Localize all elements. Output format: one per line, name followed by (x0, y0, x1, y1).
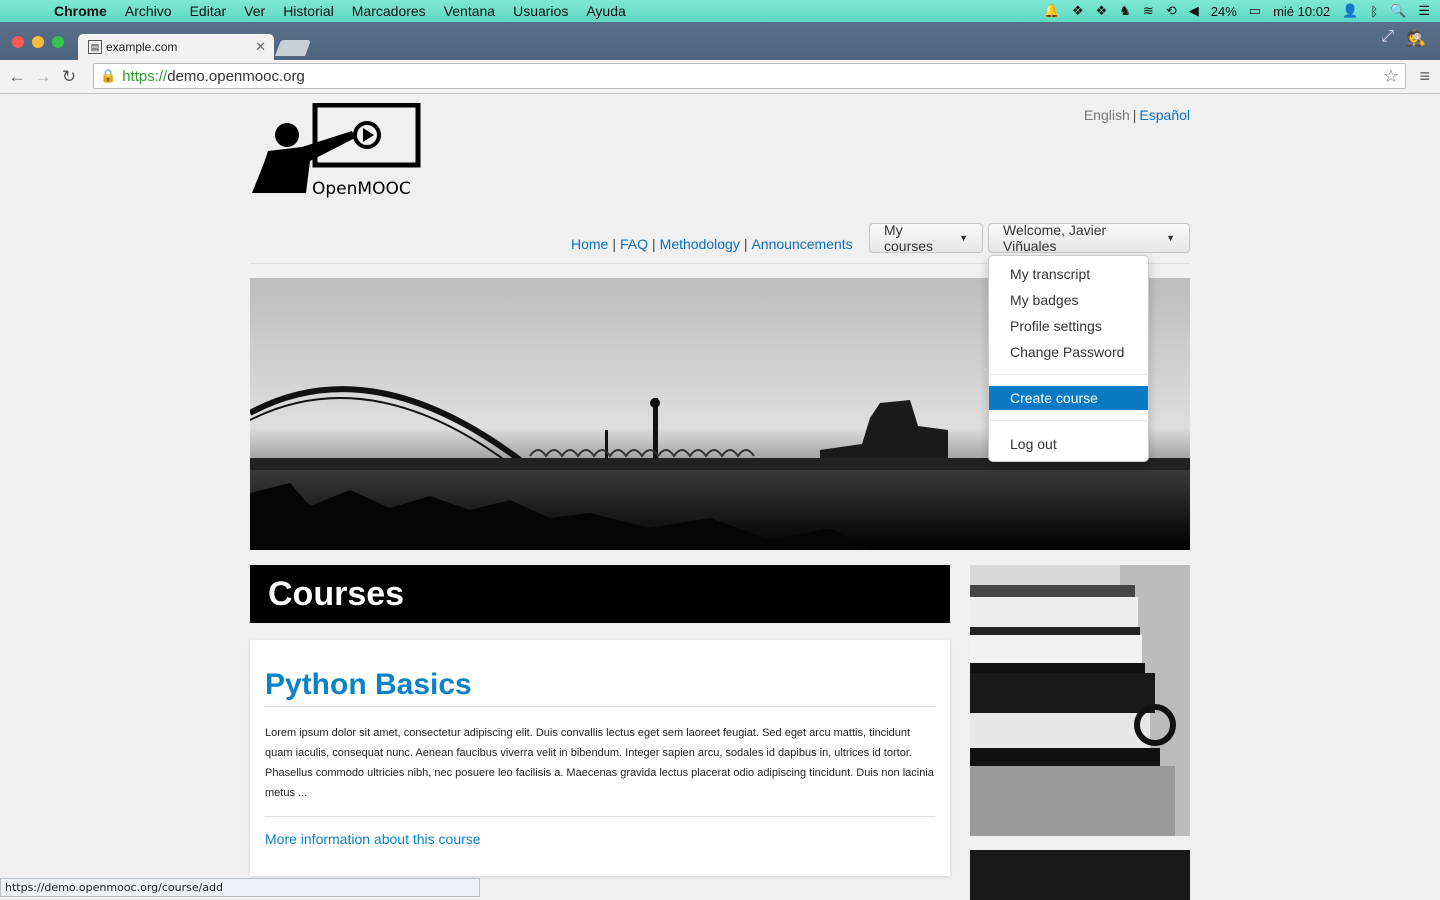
zoom-window-button[interactable] (52, 36, 64, 48)
bluetooth-icon[interactable]: ᛒ (1370, 4, 1378, 19)
wifi-icon[interactable]: ≋ (1143, 3, 1154, 19)
caret-down-icon: ▼ (1166, 233, 1175, 243)
menu-item-create-course[interactable]: Create course (989, 386, 1148, 410)
tab-title: example.com (106, 40, 178, 54)
incognito-icon: 🕵 (1406, 30, 1426, 47)
browser-toolbar: ← → ↻ 🔒 https:// demo.openmooc.org ☆ ≡ (0, 60, 1440, 94)
menu-divider (990, 374, 1149, 375)
menu-divider (990, 420, 1149, 421)
menu-ventana[interactable]: Ventana (444, 3, 495, 19)
close-tab-icon[interactable]: ✕ (255, 39, 266, 55)
notification-icon[interactable]: 🔔 (1044, 3, 1060, 19)
status-bar-url: https://demo.openmooc.org/course/add (0, 878, 480, 897)
nav-separator: | (743, 236, 748, 252)
menu-ver[interactable]: Ver (244, 3, 265, 19)
lang-espanol[interactable]: Español (1139, 107, 1190, 123)
second-course-image (970, 850, 1190, 900)
spotlight-icon[interactable]: 🔍 (1390, 3, 1406, 19)
menu-app-name[interactable]: Chrome (54, 3, 107, 19)
nav-separator: | (612, 236, 616, 252)
page-favicon-icon: ▤ (88, 40, 102, 54)
web-page: OpenMOOC English | Español Home | FAQ | Meth… (0, 95, 1440, 900)
url-host: demo.openmooc.org (167, 67, 305, 85)
menu-archivo[interactable]: Archivo (125, 3, 172, 19)
lock-icon[interactable]: 🔒 (100, 68, 116, 84)
evernote-icon[interactable]: ♞ (1119, 3, 1131, 19)
caret-down-icon: ▼ (959, 233, 968, 243)
my-courses-label: My courses (884, 222, 934, 254)
language-switcher: English | Español (1084, 107, 1190, 123)
user-icon[interactable]: 👤 (1342, 3, 1358, 19)
chrome-menu-icon[interactable]: ≡ (1419, 66, 1430, 87)
os-menubar: Chrome Archivo Editar Ver Historial Marc… (0, 0, 1440, 22)
menu-ayuda[interactable]: Ayuda (586, 3, 625, 19)
menu-historial[interactable]: Historial (283, 3, 334, 19)
menu-item-profile-settings[interactable]: Profile settings (989, 314, 1148, 338)
course-description: Lorem ipsum dolor sit amet, consectetur … (265, 727, 934, 799)
nav-home[interactable]: Home (571, 236, 608, 252)
user-menu-button[interactable]: Welcome, Javier Viñuales ▼ (988, 222, 1190, 254)
fullscreen-icon[interactable]: ⤢ (1381, 28, 1394, 48)
new-tab-button[interactable] (275, 40, 311, 56)
main-nav: Home | FAQ | Methodology | Announcements (571, 236, 853, 252)
menu-item-log-out[interactable]: Log out (989, 432, 1148, 456)
volume-icon[interactable]: ◀ (1189, 3, 1199, 19)
lang-english[interactable]: English (1084, 107, 1130, 123)
minimize-window-button[interactable] (32, 36, 44, 48)
openmooc-logo[interactable]: OpenMOOC (250, 103, 422, 198)
nav-methodology[interactable]: Methodology (660, 236, 740, 252)
menu-editar[interactable]: Editar (190, 3, 227, 19)
books-image (970, 565, 1190, 836)
dropbox-icon[interactable]: ❖ (1072, 3, 1084, 19)
course-more-info-link[interactable]: More information about this course (265, 831, 481, 847)
logo-text: OpenMOOC (312, 179, 411, 198)
dropbox2-icon[interactable]: ❖ (1096, 3, 1108, 19)
battery-percent[interactable]: 24% (1211, 4, 1237, 19)
time-machine-icon[interactable]: ⟲ (1166, 3, 1177, 19)
url-scheme: https:// (122, 67, 168, 85)
course-footer-divider (265, 816, 935, 817)
browser-tab[interactable]: ▤ example.com ✕ (78, 34, 274, 60)
menu-item-change-password[interactable]: Change Password (989, 340, 1148, 364)
menu-item-my-badges[interactable]: My badges (989, 288, 1148, 312)
menu-usuarios[interactable]: Usuarios (513, 3, 568, 19)
reload-icon[interactable]: ↻ (56, 67, 82, 87)
nav-announcements[interactable]: Announcements (751, 236, 852, 252)
nav-faq[interactable]: FAQ (620, 236, 648, 252)
lang-separator: | (1132, 107, 1137, 123)
clock[interactable]: mié 10:02 (1273, 4, 1330, 19)
menu-item-my-transcript[interactable]: My transcript (989, 262, 1148, 286)
menu-marcadores[interactable]: Marcadores (352, 3, 426, 19)
close-window-button[interactable] (12, 36, 24, 48)
course-card: Python Basics Lorem ipsum dolor sit amet… (250, 640, 950, 876)
courses-heading: Courses (250, 565, 950, 623)
course-title-divider (265, 706, 935, 707)
browser-tabstrip: ▤ example.com ✕ ⤢ 🕵 (0, 22, 1440, 60)
back-icon[interactable]: ← (4, 67, 30, 87)
course-title[interactable]: Python Basics (265, 668, 472, 702)
my-courses-button[interactable]: My courses ▼ (869, 222, 983, 254)
bookmark-star-icon[interactable]: ☆ (1383, 66, 1399, 87)
battery-icon[interactable]: ▭ (1249, 3, 1261, 19)
address-bar[interactable]: 🔒 https:// demo.openmooc.org ☆ (93, 63, 1406, 89)
welcome-label: Welcome, Javier Viñuales (1003, 222, 1107, 254)
notification-center-icon[interactable]: ☰ (1418, 3, 1430, 19)
forward-icon[interactable]: → (30, 67, 56, 87)
user-dropdown-menu: My transcript My badges Profile settings… (988, 255, 1149, 462)
nav-separator: | (652, 236, 656, 252)
